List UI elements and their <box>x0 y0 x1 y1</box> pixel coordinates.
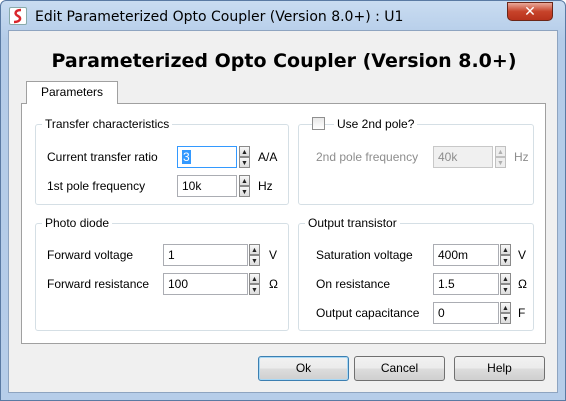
tab-parameters[interactable]: Parameters <box>26 81 118 104</box>
pole1-frequency-input[interactable]: 10k <box>177 175 237 197</box>
current-transfer-ratio-unit: A/A <box>258 150 278 164</box>
saturation-voltage-label: Saturation voltage <box>316 248 413 262</box>
down-arrow-icon[interactable]: ▼ <box>500 284 511 295</box>
forward-voltage-spinner[interactable]: ▲ ▼ <box>249 244 260 266</box>
down-arrow-icon[interactable]: ▼ <box>249 255 260 266</box>
up-arrow-icon[interactable]: ▲ <box>249 244 260 255</box>
output-capacitance-input[interactable]: 0 <box>433 302 499 324</box>
pole1-frequency-spinner[interactable]: ▲ ▼ <box>239 175 250 197</box>
use-2nd-pole-checkbox[interactable] <box>312 117 325 130</box>
simetrix-logo-icon[interactable] <box>9 7 27 25</box>
on-resistance-input[interactable]: 1.5 <box>433 273 499 295</box>
ok-button[interactable]: Ok <box>258 356 349 381</box>
saturation-voltage-spinner[interactable]: ▲ ▼ <box>500 244 511 266</box>
forward-voltage-input[interactable]: 1 <box>163 244 248 266</box>
on-resistance-unit: Ω <box>518 277 527 291</box>
transfer-characteristics-group: Transfer characteristics Current transfe… <box>35 117 289 205</box>
down-arrow-icon[interactable]: ▼ <box>239 186 250 197</box>
up-arrow-icon[interactable]: ▲ <box>500 244 511 255</box>
dialog-heading: Parameterized Opto Coupler (Version 8.0+… <box>51 50 517 72</box>
pole2-frequency-input[interactable]: 40k <box>433 146 493 168</box>
photo-diode-group: Photo diode Forward voltage 1 ▲ ▼ V Forwa… <box>35 216 289 331</box>
up-arrow-icon[interactable]: ▲ <box>249 273 260 284</box>
output-capacitance-spinner[interactable]: ▲ ▼ <box>500 302 511 324</box>
pole1-frequency-unit: Hz <box>258 179 273 193</box>
group-title-photo-diode: Photo diode <box>42 216 113 230</box>
down-arrow-icon[interactable]: ▼ <box>239 157 250 168</box>
current-transfer-ratio-spinner[interactable]: ▲ ▼ <box>239 146 250 168</box>
dialog-window: Edit Parameterized Opto Coupler (Version… <box>0 0 566 401</box>
up-arrow-icon[interactable]: ▲ <box>239 175 250 186</box>
close-button[interactable]: ✕ <box>507 2 553 21</box>
window-title: Edit Parameterized Opto Coupler (Version… <box>35 9 404 25</box>
on-resistance-spinner[interactable]: ▲ ▼ <box>500 273 511 295</box>
up-arrow-icon[interactable]: ▲ <box>495 146 506 157</box>
down-arrow-icon[interactable]: ▼ <box>500 313 511 324</box>
saturation-voltage-input[interactable]: 400m <box>433 244 499 266</box>
on-resistance-label: On resistance <box>316 277 391 291</box>
output-capacitance-unit: F <box>518 306 526 320</box>
pole2-frequency-spinner[interactable]: ▲ ▼ <box>495 146 506 168</box>
parameters-panel: Transfer characteristics Current transfe… <box>21 103 546 344</box>
pole1-frequency-label: 1st pole frequency <box>47 179 146 193</box>
pole2-frequency-label: 2nd pole frequency <box>316 150 419 164</box>
forward-voltage-unit: V <box>269 248 278 262</box>
help-button[interactable]: Help <box>454 356 545 381</box>
close-icon: ✕ <box>524 3 536 19</box>
output-transistor-group: Output transistor Saturation voltage 400… <box>298 216 534 331</box>
down-arrow-icon[interactable]: ▼ <box>500 255 511 266</box>
saturation-voltage-unit: V <box>518 248 527 262</box>
group-title-output-transistor: Output transistor <box>305 216 400 230</box>
second-pole-group: Use 2nd pole? 2nd pole frequency 40k ▲ ▼ … <box>298 117 534 205</box>
down-arrow-icon[interactable]: ▼ <box>495 157 506 168</box>
up-arrow-icon[interactable]: ▲ <box>239 146 250 157</box>
down-arrow-icon[interactable]: ▼ <box>249 284 260 295</box>
current-transfer-ratio-label: Current transfer ratio <box>47 150 158 164</box>
current-transfer-ratio-input[interactable]: 3 <box>177 146 237 168</box>
forward-voltage-label: Forward voltage <box>47 248 134 262</box>
use-2nd-pole-label[interactable]: Use 2nd pole? <box>334 117 418 131</box>
forward-resistance-spinner[interactable]: ▲ ▼ <box>249 273 260 295</box>
output-capacitance-label: Output capacitance <box>316 306 420 320</box>
up-arrow-icon[interactable]: ▲ <box>500 302 511 313</box>
group-title-transfer: Transfer characteristics <box>42 117 173 131</box>
forward-resistance-unit: Ω <box>269 277 278 291</box>
cancel-button[interactable]: Cancel <box>354 356 445 381</box>
up-arrow-icon[interactable]: ▲ <box>500 273 511 284</box>
pole2-frequency-unit: Hz <box>514 150 529 164</box>
forward-resistance-label: Forward resistance <box>47 277 150 291</box>
title-bar[interactable]: Edit Parameterized Opto Coupler (Version… <box>1 1 565 31</box>
forward-resistance-input[interactable]: 100 <box>163 273 248 295</box>
dialog-client-area: Parameterized Opto Coupler (Version 8.0+… <box>8 30 558 393</box>
